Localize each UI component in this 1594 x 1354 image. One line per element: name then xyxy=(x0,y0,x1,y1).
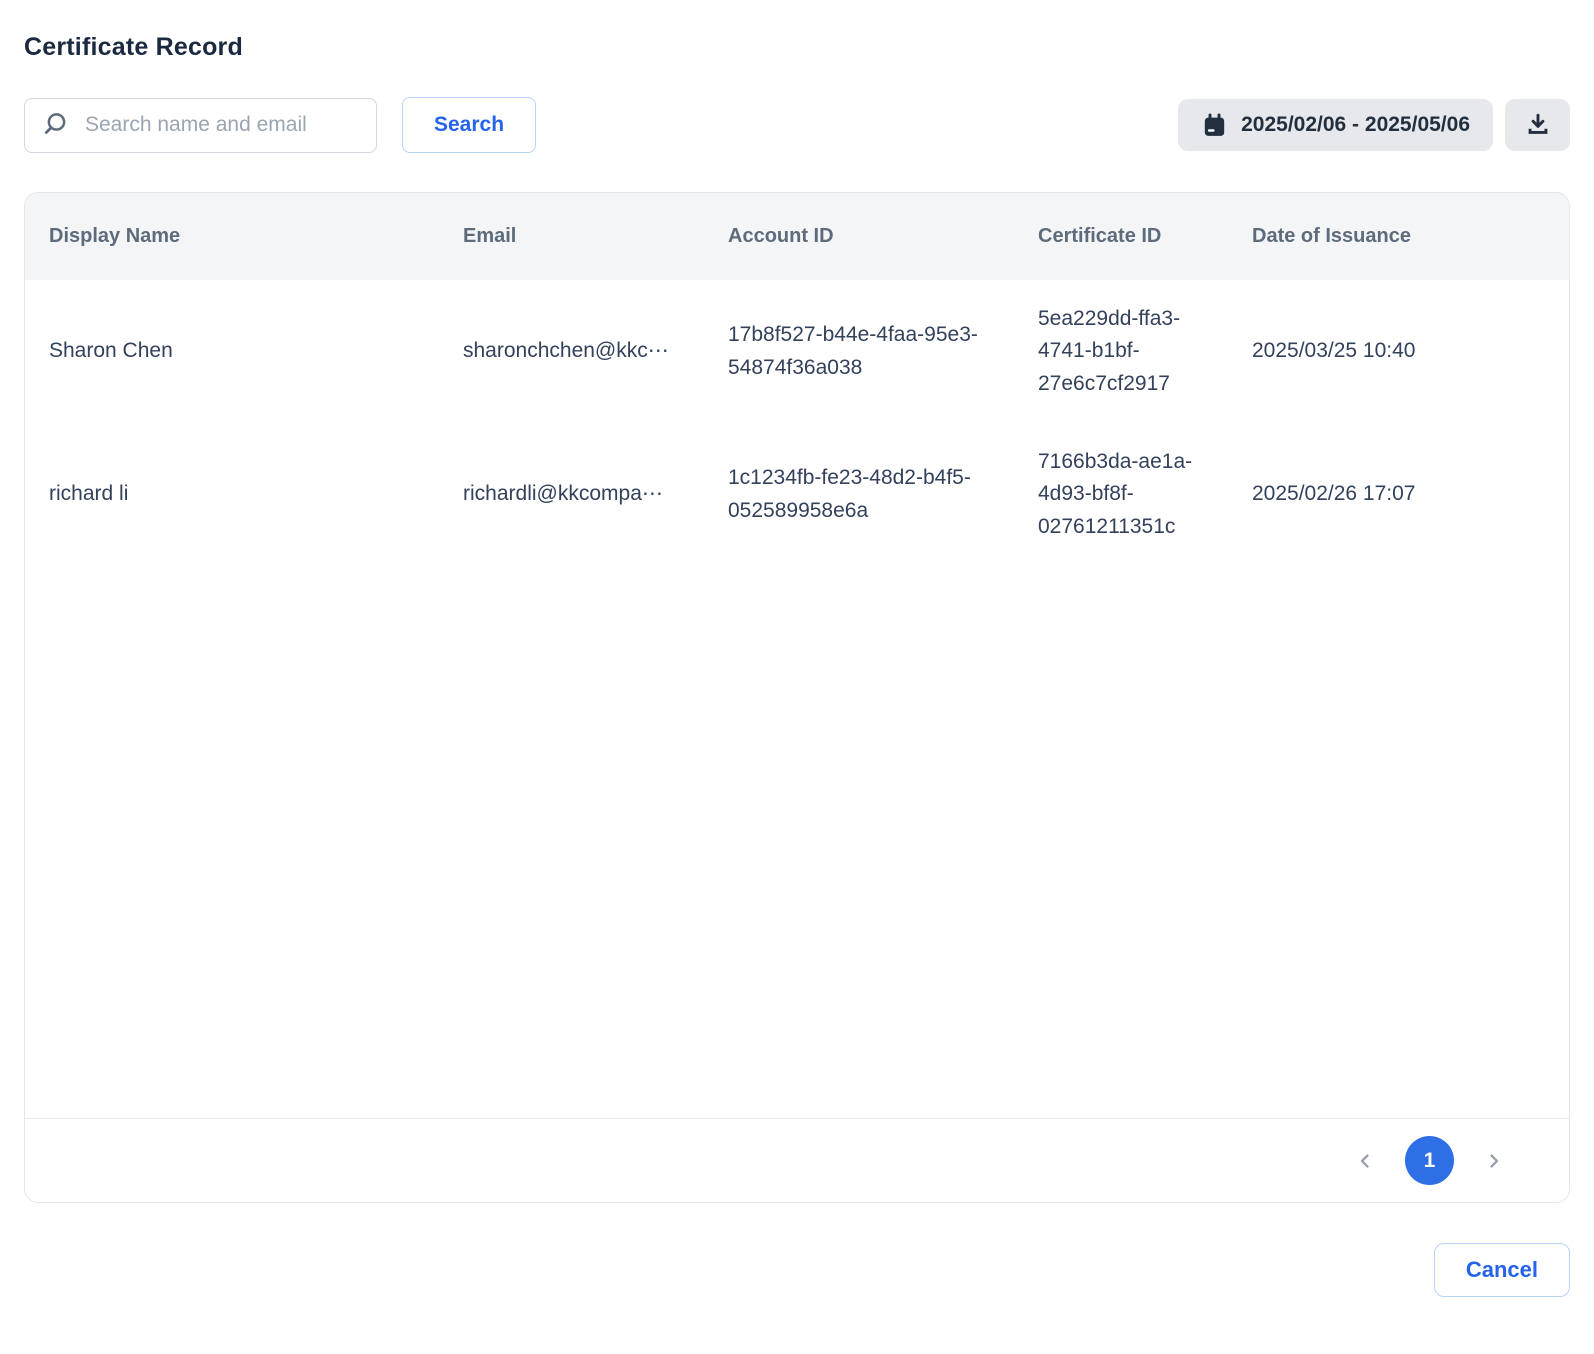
column-header-date-of-issuance: Date of Issuance xyxy=(1252,225,1569,248)
search-button[interactable]: Search xyxy=(402,97,536,153)
chevron-left-icon xyxy=(1356,1152,1374,1170)
cell-account-id: 1c1234fb-fe23-48d2-b4f5-052589958e6a xyxy=(728,462,1038,527)
download-icon xyxy=(1524,111,1552,139)
cell-date-of-issuance: 2025/03/25 10:40 xyxy=(1252,335,1569,368)
bottom-bar: Cancel xyxy=(24,1243,1570,1337)
date-range-label: 2025/02/06 - 2025/05/06 xyxy=(1241,113,1470,137)
table-header-row: Display Name Email Account ID Certificat… xyxy=(25,193,1569,280)
toolbar-right-group: 2025/02/06 - 2025/05/06 xyxy=(1178,99,1570,151)
toolbar: Search 2025/02/06 - 2025/05/06 xyxy=(24,97,1570,153)
column-header-display-name: Display Name xyxy=(49,225,463,248)
cancel-button[interactable]: Cancel xyxy=(1434,1243,1570,1297)
date-range-button[interactable]: 2025/02/06 - 2025/05/06 xyxy=(1178,99,1493,151)
search-box xyxy=(24,98,377,153)
pagination: 1 xyxy=(25,1118,1569,1202)
table-row: Sharon Chen sharonchchen@kkc⋯ 17b8f527-b… xyxy=(25,280,1569,423)
cell-certificate-id: 7166b3da-ae1a-4d93-bf8f-02761211351c xyxy=(1038,446,1252,544)
search-icon xyxy=(42,110,72,140)
cell-display-name: Sharon Chen xyxy=(49,335,463,368)
cell-date-of-issuance: 2025/02/26 17:07 xyxy=(1252,478,1569,511)
column-header-email: Email xyxy=(463,225,728,248)
chevron-right-icon xyxy=(1485,1152,1503,1170)
certificate-table-card: Display Name Email Account ID Certificat… xyxy=(24,192,1570,1203)
table-row: richard li richardli@kkcompa⋯ 1c1234fb-f… xyxy=(25,423,1569,566)
download-button[interactable] xyxy=(1505,99,1570,151)
pagination-page-1[interactable]: 1 xyxy=(1405,1136,1454,1185)
pagination-next-button[interactable] xyxy=(1481,1148,1507,1174)
cell-email: richardli@kkcompa⋯ xyxy=(463,478,728,511)
page-title: Certificate Record xyxy=(24,0,1570,62)
cell-account-id: 17b8f527-b44e-4faa-95e3-54874f36a038 xyxy=(728,319,1038,384)
calendar-icon xyxy=(1201,112,1228,139)
column-header-certificate-id: Certificate ID xyxy=(1038,225,1252,248)
cell-certificate-id: 5ea229dd-ffa3-4741-b1bf-27e6c7cf2917 xyxy=(1038,303,1252,401)
column-header-account-id: Account ID xyxy=(728,225,1038,248)
cell-email: sharonchchen@kkc⋯ xyxy=(463,335,728,368)
cell-display-name: richard li xyxy=(49,478,463,511)
search-input[interactable] xyxy=(85,113,359,137)
pagination-prev-button[interactable] xyxy=(1352,1148,1378,1174)
certificate-record-page: Certificate Record Search xyxy=(0,0,1594,1337)
